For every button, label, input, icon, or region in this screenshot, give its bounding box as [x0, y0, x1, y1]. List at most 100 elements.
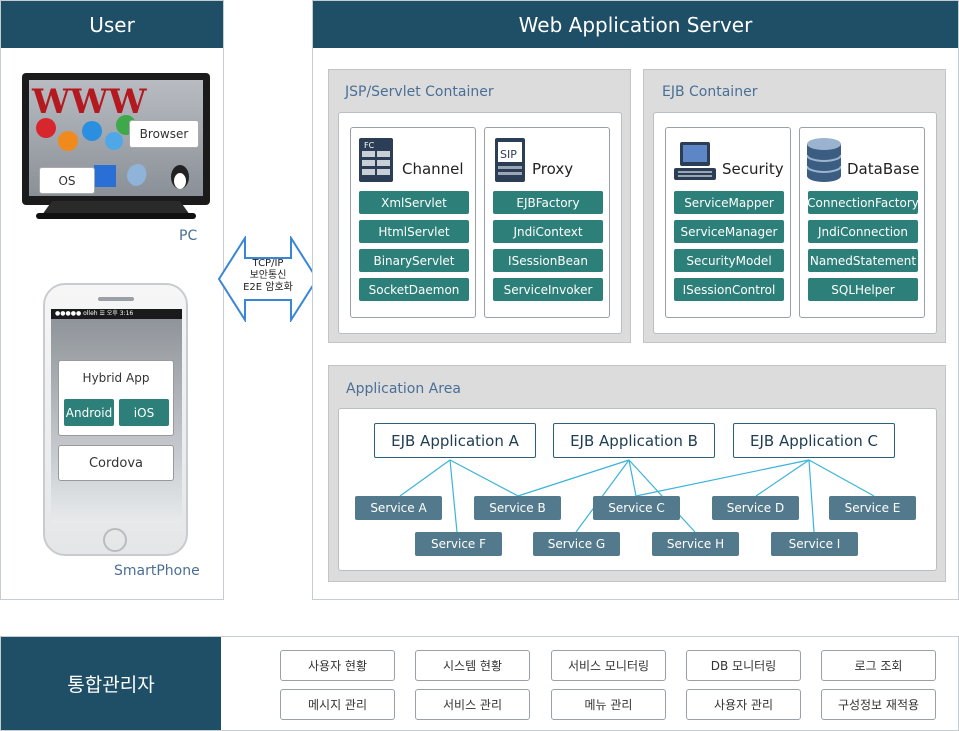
service-label: Service H	[666, 537, 725, 551]
admin-title: 통합관리자	[67, 674, 155, 696]
channel-item-label: XmlServlet	[381, 195, 447, 210]
channel-icon: FC	[359, 138, 393, 182]
admin-button-service-monitoring[interactable]: 서비스 모니터링	[551, 650, 666, 681]
browser-label: Browser	[139, 127, 189, 141]
was-title: Web Application Server	[518, 12, 753, 37]
service-i: Service I	[771, 532, 858, 556]
admin-button-label: 구성정보 재적용	[837, 698, 920, 712]
service-b: Service B	[474, 496, 561, 520]
security-item-3: ISessionControl	[674, 278, 784, 301]
service-d: Service D	[712, 496, 799, 520]
browser-label-box: Browser	[129, 120, 199, 148]
admin-button-user-manage[interactable]: 사용자 관리	[686, 689, 801, 720]
hybrid-app-label: Hybrid App	[82, 371, 150, 385]
os-label: OS	[58, 173, 76, 188]
service-label: Service G	[547, 537, 606, 551]
pc-monitor: WWW	[22, 73, 210, 223]
security-item-label: ServiceManager	[680, 224, 778, 239]
database-item-label: NamedStatement	[809, 253, 917, 268]
admin-button-config-reload[interactable]: 구성정보 재적용	[821, 689, 936, 720]
admin-button-label: 서비스 모니터링	[567, 659, 650, 673]
security-box: Security ServiceMapper ServiceManager Se…	[665, 127, 791, 318]
ejb-app-b: EJB Application B	[553, 423, 715, 458]
database-icon	[806, 138, 842, 182]
service-c: Service C	[593, 496, 680, 520]
proxy-item-label: JndiContext	[513, 224, 583, 239]
service-label: Service I	[788, 537, 841, 551]
ejb-container-title: EJB Container	[662, 84, 758, 100]
arrow-text: TCP/IP 보안통신 E2E 암호화	[217, 258, 319, 294]
admin-button-label: 메시지 관리	[307, 698, 367, 712]
android-label: Android	[65, 405, 113, 420]
proxy-item-2: ISessionBean	[493, 249, 603, 272]
security-item-label: ISessionControl	[682, 282, 776, 297]
phone-status-bar: ●●●●● olleh ☰ 오후 3:16	[51, 309, 182, 319]
admin-button-db-monitoring[interactable]: DB 모니터링	[686, 650, 801, 681]
admin-button-message-manage[interactable]: 메시지 관리	[280, 689, 395, 720]
admin-button-label: 사용자 관리	[713, 698, 773, 712]
service-label: Service B	[489, 501, 546, 515]
admin-button-label: 로그 조회	[854, 659, 903, 673]
database-item-label: SQLHelper	[831, 282, 895, 297]
admin-button-user-status[interactable]: 사용자 현황	[280, 650, 395, 681]
service-e: Service E	[829, 496, 916, 520]
admin-button-label: 서비스 관리	[442, 698, 502, 712]
phone-speaker	[98, 297, 134, 301]
android-badge: Android	[64, 399, 114, 426]
proxy-item-3: ServiceInvoker	[493, 278, 603, 301]
phone-status: ●●●●● olleh ☰ 오후 3:16	[55, 310, 134, 317]
service-g: Service G	[533, 532, 620, 556]
channel-item-label: SocketDaemon	[368, 282, 460, 297]
application-area: Application Area EJB Application A EJB A…	[328, 365, 946, 582]
admin-button-label: 시스템 현황	[442, 659, 502, 673]
jsp-container-title: JSP/Servlet Container	[345, 84, 494, 100]
service-label: Service F	[430, 537, 487, 551]
proxy-item-0: EJBFactory	[493, 191, 603, 214]
database-item-2: NamedStatement	[808, 249, 918, 272]
service-label: Service D	[726, 501, 785, 515]
fc-server-icon: FC	[359, 138, 393, 182]
database-item-label: JndiConnection	[818, 224, 908, 239]
service-a: Service A	[355, 496, 442, 520]
channel-icon-text: FC	[364, 141, 375, 150]
ejb-app-label: EJB Application B	[570, 431, 698, 450]
admin-button-menu-manage[interactable]: 메뉴 관리	[551, 689, 666, 720]
ejb-app-c: EJB Application C	[733, 423, 895, 458]
user-title: User	[89, 12, 135, 37]
ejb-inner: Security ServiceMapper ServiceManager Se…	[653, 112, 937, 334]
cordova-label: Cordova	[88, 455, 143, 471]
security-icon	[674, 142, 716, 182]
hybrid-app-box: Hybrid App Android iOS	[58, 360, 174, 436]
channel-item-label: BinaryServlet	[373, 253, 455, 268]
service-label: Service E	[844, 501, 901, 515]
proxy-item-label: EJBFactory	[516, 195, 580, 210]
proxy-title: Proxy	[532, 160, 574, 178]
channel-item-2: BinaryServlet	[359, 249, 469, 272]
service-h: Service H	[652, 532, 739, 556]
database-item-1: JndiConnection	[808, 220, 918, 243]
database-cylinder-icon	[806, 138, 842, 182]
arrow-line-3: E2E 암호화	[243, 282, 293, 293]
proxy-item-label: ServiceInvoker	[503, 282, 593, 297]
channel-item-3: SocketDaemon	[359, 278, 469, 301]
sip-server-icon: SIP	[495, 138, 525, 182]
user-panel: User WWW Browser OS PC ●●●●● olleh ☰ 오후 …	[0, 0, 224, 600]
ejb-app-a: EJB Application A	[374, 423, 536, 458]
ios-badge: iOS	[119, 399, 169, 426]
admin-panel: 통합관리자 사용자 현황 시스템 현황 서비스 모니터링 DB 모니터링 로그 …	[0, 636, 959, 731]
admin-button-log-view[interactable]: 로그 조회	[821, 650, 936, 681]
user-header: User	[1, 1, 223, 48]
proxy-box: SIP Proxy EJBFactory JndiContext ISessio…	[484, 127, 610, 318]
channel-item-1: HtmlServlet	[359, 220, 469, 243]
admin-button-system-status[interactable]: 시스템 현황	[415, 650, 530, 681]
database-item-label: ConnectionFactory	[807, 195, 919, 210]
ejb-container: EJB Container Security ServiceMapper Ser…	[643, 69, 946, 343]
was-header: Web Application Server	[313, 1, 958, 48]
security-item-2: SecurityModel	[674, 249, 784, 272]
arrow-line-1: TCP/IP	[252, 258, 284, 269]
ejb-app-label: EJB Application A	[391, 431, 519, 450]
admin-button-service-manage[interactable]: 서비스 관리	[415, 689, 530, 720]
monitor-graphic: WWW	[22, 73, 210, 219]
database-item-3: SQLHelper	[808, 278, 918, 301]
security-item-1: ServiceManager	[674, 220, 784, 243]
